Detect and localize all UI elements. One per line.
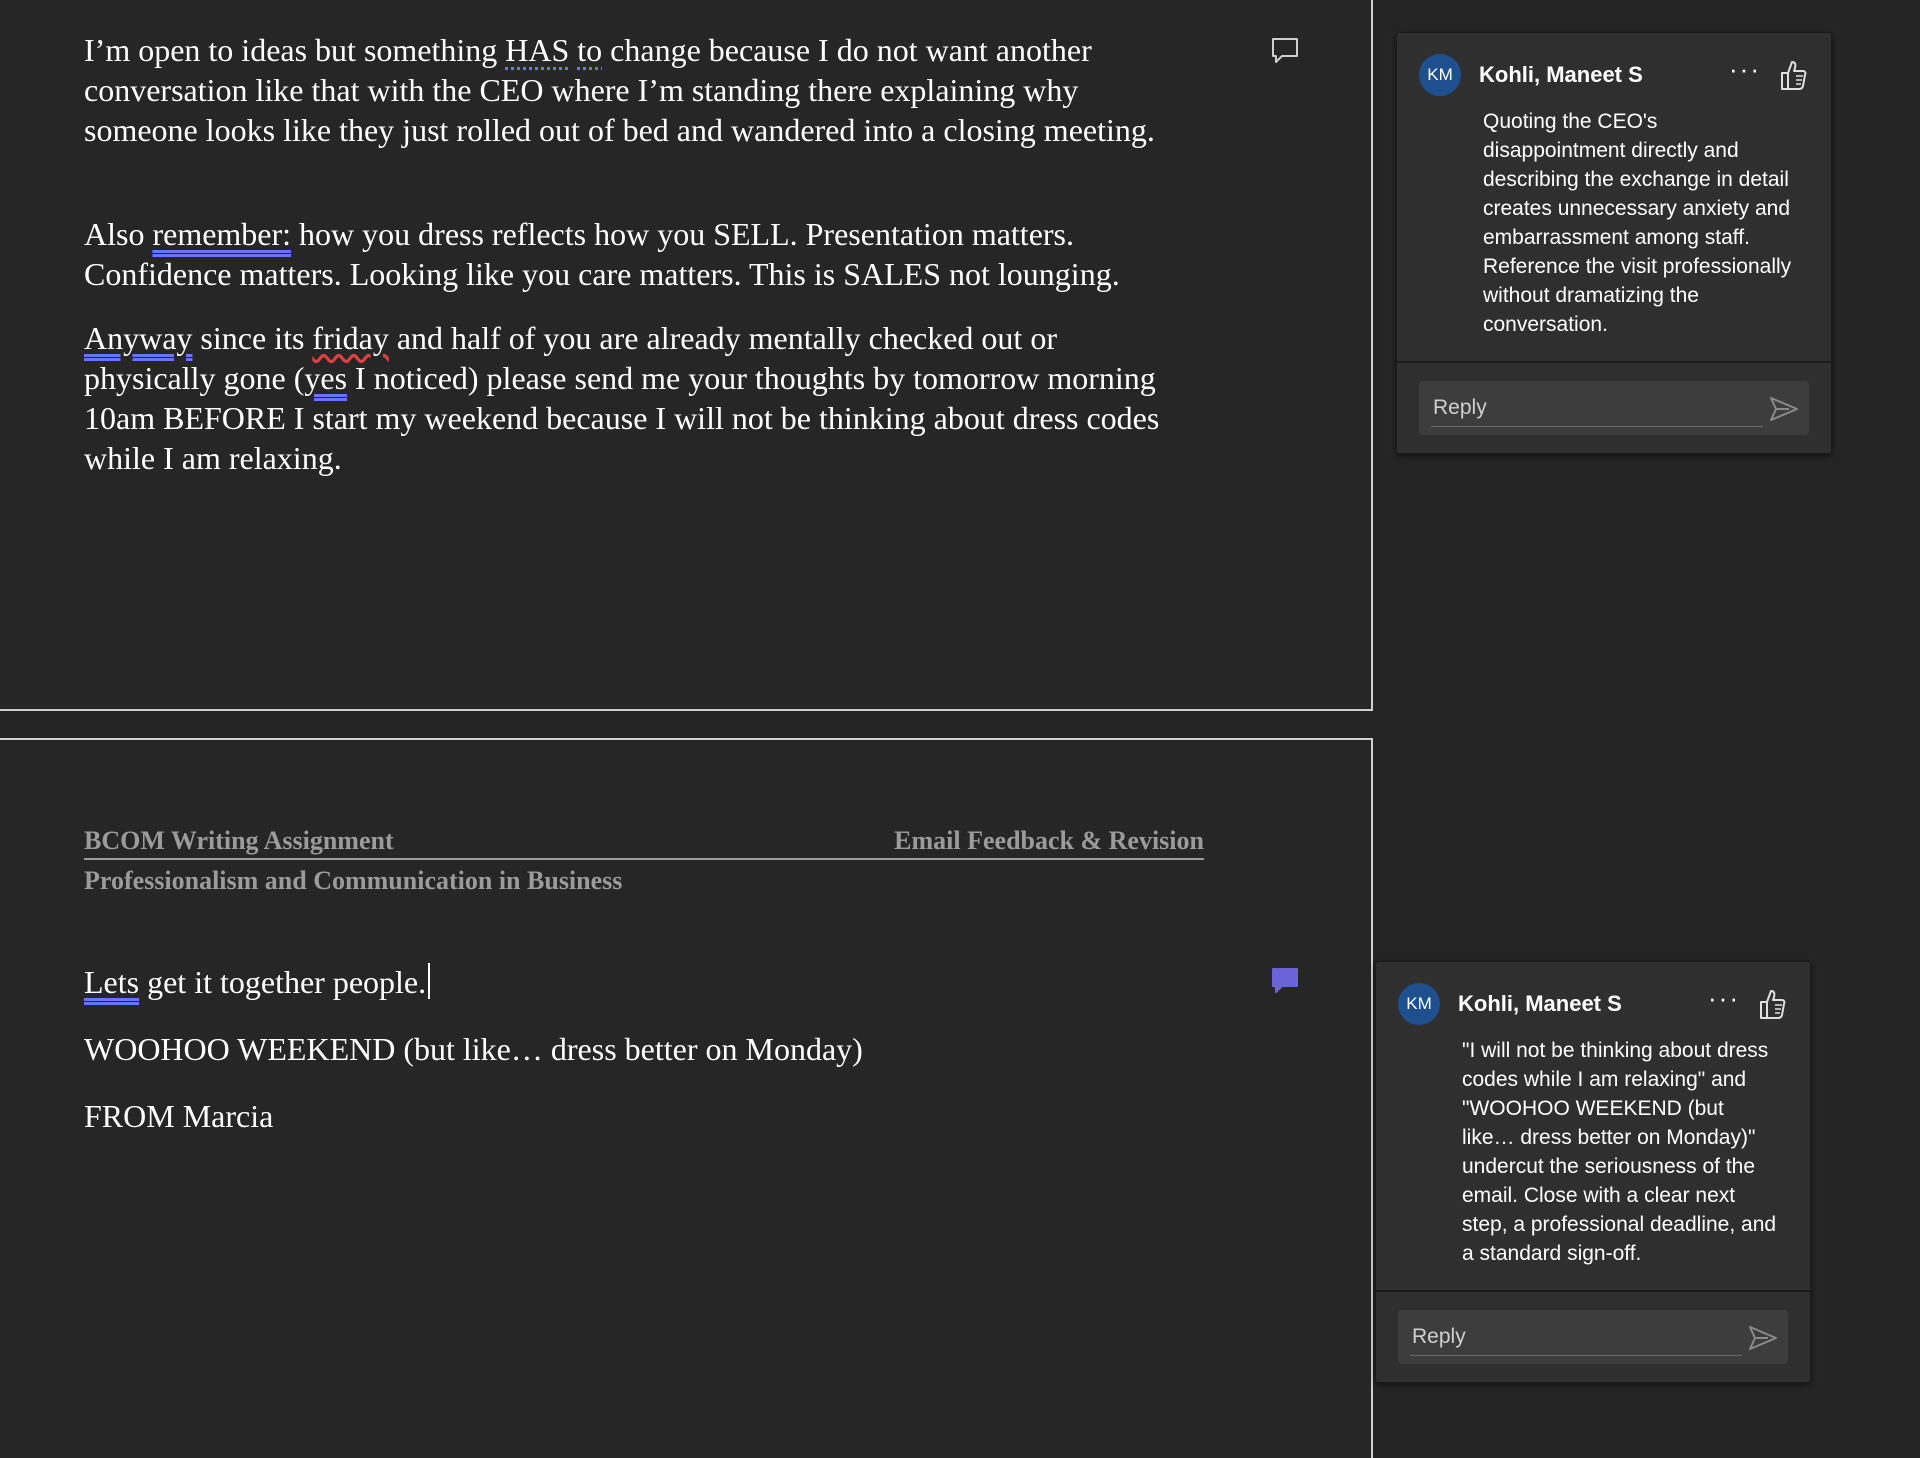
paragraph-1[interactable]: I’m open to ideas but something HAS to c…: [84, 30, 1184, 150]
reply-input[interactable]: Reply: [1398, 1310, 1788, 1364]
text-run: since its: [192, 320, 313, 356]
comment-author: Kohli, Maneet S: [1479, 62, 1643, 87]
proofing-mark[interactable]: yes: [304, 360, 347, 396]
text-cursor: [428, 963, 431, 999]
like-icon[interactable]: [1779, 59, 1809, 91]
proofing-mark[interactable]: Anyway: [84, 320, 192, 356]
comment-text: Quoting the CEO's disappointment directl…: [1483, 110, 1792, 336]
more-icon[interactable]: ···: [1729, 56, 1761, 86]
reply-placeholder: Reply: [1412, 1325, 1466, 1348]
proofing-mark[interactable]: HAS: [505, 32, 569, 68]
header-subtitle: Professionalism and Communication in Bus…: [84, 866, 623, 895]
proofing-mark[interactable]: to: [577, 32, 602, 68]
comment-icon[interactable]: [1270, 966, 1300, 996]
closing-line-1[interactable]: Lets get it together people.: [84, 962, 431, 1002]
avatar: KM: [1419, 54, 1461, 96]
text-run: I’m open to ideas but something: [84, 32, 506, 68]
like-icon[interactable]: [1758, 988, 1788, 1020]
header-left: BCOM Writing Assignment: [84, 826, 394, 855]
closing-line-2[interactable]: WOOHOO WEEKEND (but like… dress better o…: [84, 1029, 863, 1069]
divider: [1410, 1355, 1742, 1356]
reply-placeholder: Reply: [1433, 396, 1487, 419]
reply-input[interactable]: Reply: [1419, 381, 1809, 435]
divider: [1431, 426, 1763, 427]
proofing-mark[interactable]: Lets: [84, 964, 139, 1000]
text-run: Also: [84, 216, 153, 252]
more-icon[interactable]: ···: [1708, 985, 1740, 1015]
comment-card[interactable]: KM Kohli, Maneet S ··· Quoting the CEO's…: [1396, 32, 1832, 454]
text-run: get it together people.: [139, 964, 427, 1000]
document-header: BCOM Writing Assignment Email Feedback &…: [84, 826, 1204, 896]
header-right: Email Feedback & Revision: [894, 826, 1204, 855]
closing-line-3[interactable]: FROM Marcia: [84, 1096, 273, 1136]
spelling-mark[interactable]: friday: [312, 320, 388, 356]
comment-icon[interactable]: [1270, 36, 1300, 66]
comment-text: "I will not be thinking about dress code…: [1462, 1039, 1777, 1265]
send-icon[interactable]: [1748, 1324, 1778, 1352]
send-icon[interactable]: [1769, 395, 1799, 423]
comment-author: Kohli, Maneet S: [1458, 991, 1622, 1016]
comment-card[interactable]: KM Kohli, Maneet S ··· "I will not be th…: [1375, 961, 1811, 1383]
avatar: KM: [1398, 983, 1440, 1025]
paragraph-3[interactable]: Anyway since its friday and half of you …: [84, 318, 1194, 478]
document-page-1: opportunities (not wearing sweatshirts) …: [0, 0, 1373, 711]
proofing-mark[interactable]: remember:: [152, 216, 291, 252]
paragraph-2[interactable]: Also remember: how you dress reflects ho…: [84, 214, 1204, 294]
